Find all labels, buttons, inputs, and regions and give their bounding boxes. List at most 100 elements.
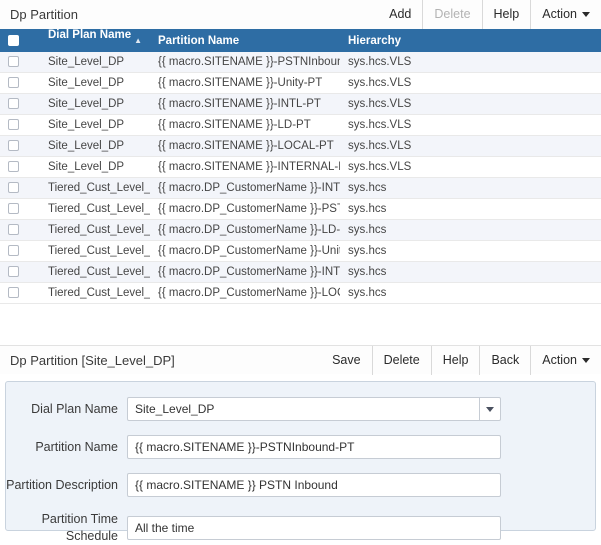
dial-plan-name-select[interactable]: Site_Level_DP [127, 397, 501, 421]
dropdown-arrow-button[interactable] [479, 398, 500, 420]
row-checkbox[interactable] [8, 245, 19, 256]
field-label: Dial Plan Name [6, 401, 118, 418]
row-checkbox-cell [0, 283, 40, 304]
table-row[interactable]: Site_Level_DP{{ macro.SITENAME }}-Unity-… [0, 73, 601, 94]
dp-partition-table: ▲ Dial Plan Name Partition Name Hierarch… [0, 29, 601, 304]
column-header-label: Partition Name [158, 35, 239, 47]
select-all-checkbox[interactable] [8, 35, 19, 46]
row-checkbox-cell [0, 73, 40, 94]
table-row[interactable]: Site_Level_DP{{ macro.SITENAME }}-PSTNIn… [0, 52, 601, 73]
row-checkbox[interactable] [8, 287, 19, 298]
table-row[interactable]: Tiered_Cust_Level_DP{{ macro.DP_Customer… [0, 199, 601, 220]
row-checkbox[interactable] [8, 119, 19, 130]
add-button[interactable]: Add [378, 0, 422, 29]
row-checkbox-cell [0, 157, 40, 178]
row-checkbox[interactable] [8, 203, 19, 214]
row-checkbox-cell [0, 262, 40, 283]
partition-name-input[interactable]: {{ macro.SITENAME }}-PSTNInbound-PT [127, 435, 501, 459]
cell-hierarchy: sys.hcs [340, 220, 601, 241]
action-button[interactable]: Action [530, 0, 601, 29]
list-toolbar: Dp Partition AddDeleteHelpAction [0, 0, 601, 29]
help-button[interactable]: Help [431, 346, 480, 375]
cell-dial-plan-name: Site_Level_DP [40, 52, 150, 73]
cell-dial-plan-name: Site_Level_DP [40, 115, 150, 136]
form-row: Partition Description{{ macro.SITENAME }… [6, 473, 595, 497]
row-checkbox[interactable] [8, 182, 19, 193]
select-all-header-cell [0, 29, 40, 52]
table-header-row: ▲ Dial Plan Name Partition Name Hierarch… [0, 29, 601, 52]
cell-partition-name: {{ macro.DP_CustomerName }}-INTERNAL-PT [150, 178, 340, 199]
action-button[interactable]: Action [530, 346, 601, 375]
cell-dial-plan-name: Site_Level_DP [40, 157, 150, 178]
detail-section-title: Dp Partition [Site_Level_DP] [10, 353, 175, 368]
partition-time-schedule-input[interactable]: All the time [127, 516, 501, 540]
table-row[interactable]: Site_Level_DP{{ macro.SITENAME }}-LD-PTs… [0, 115, 601, 136]
column-header-partition-name[interactable]: Partition Name [150, 29, 340, 52]
delete-button[interactable]: Delete [372, 346, 431, 375]
cell-hierarchy: sys.hcs [340, 178, 601, 199]
column-header-label: Dial Plan Name [48, 29, 131, 41]
cell-partition-name: {{ macro.SITENAME }}-LOCAL-PT [150, 136, 340, 157]
field-label: Partition Name [6, 439, 118, 456]
cell-hierarchy: sys.hcs.VLS [340, 136, 601, 157]
row-checkbox-cell [0, 94, 40, 115]
cell-hierarchy: sys.hcs.VLS [340, 94, 601, 115]
cell-partition-name: {{ macro.SITENAME }}-LD-PT [150, 115, 340, 136]
cell-dial-plan-name: Site_Level_DP [40, 94, 150, 115]
cell-partition-name: {{ macro.SITENAME }}-PSTNInbound-PT [150, 52, 340, 73]
cell-partition-name: {{ macro.DP_CustomerName }}-LD-PT [150, 220, 340, 241]
cell-dial-plan-name: Site_Level_DP [40, 136, 150, 157]
cell-dial-plan-name: Tiered_Cust_Level_DP [40, 262, 150, 283]
list-toolbar-buttons: AddDeleteHelpAction [378, 0, 601, 29]
row-checkbox-cell [0, 241, 40, 262]
table-row[interactable]: Tiered_Cust_Level_DP{{ macro.DP_Customer… [0, 283, 601, 304]
row-checkbox[interactable] [8, 77, 19, 88]
save-button[interactable]: Save [321, 346, 372, 375]
row-checkbox[interactable] [8, 224, 19, 235]
cell-dial-plan-name: Tiered_Cust_Level_DP [40, 241, 150, 262]
table-row[interactable]: Tiered_Cust_Level_DP{{ macro.DP_Customer… [0, 220, 601, 241]
cell-dial-plan-name: Tiered_Cust_Level_DP [40, 199, 150, 220]
column-header-dial-plan-name[interactable]: ▲ Dial Plan Name [40, 29, 150, 52]
cell-partition-name: {{ macro.SITENAME }}-Unity-PT [150, 73, 340, 94]
table-row[interactable]: Site_Level_DP{{ macro.SITENAME }}-INTERN… [0, 157, 601, 178]
row-checkbox-cell [0, 136, 40, 157]
row-checkbox[interactable] [8, 98, 19, 109]
table-row[interactable]: Tiered_Cust_Level_DP{{ macro.DP_Customer… [0, 178, 601, 199]
help-button[interactable]: Help [482, 0, 531, 29]
row-checkbox[interactable] [8, 140, 19, 151]
cell-hierarchy: sys.hcs [340, 241, 601, 262]
row-checkbox-cell [0, 178, 40, 199]
table-row[interactable]: Tiered_Cust_Level_DP{{ macro.DP_Customer… [0, 241, 601, 262]
sort-ascending-icon: ▲ [134, 29, 142, 52]
row-checkbox[interactable] [8, 56, 19, 67]
caret-down-icon [486, 407, 494, 412]
cell-partition-name: {{ macro.DP_CustomerName }}-LOCAL-PT [150, 283, 340, 304]
cell-hierarchy: sys.hcs.VLS [340, 73, 601, 94]
cell-hierarchy: sys.hcs [340, 199, 601, 220]
back-button[interactable]: Back [479, 346, 530, 375]
cell-hierarchy: sys.hcs [340, 283, 601, 304]
table-row[interactable]: Tiered_Cust_Level_DP{{ macro.DP_Customer… [0, 262, 601, 283]
caret-down-icon [582, 12, 590, 17]
list-section-title: Dp Partition [10, 7, 78, 22]
field-label: Partition Time Schedule [6, 511, 118, 545]
delete-button[interactable]: Delete [422, 0, 481, 29]
form-row: Partition Time Schedule All the time [6, 511, 595, 545]
row-checkbox-cell [0, 199, 40, 220]
row-checkbox[interactable] [8, 266, 19, 277]
detail-toolbar-buttons: SaveDeleteHelpBackAction [321, 346, 601, 375]
column-header-hierarchy[interactable]: Hierarchy [340, 29, 601, 52]
table-row[interactable]: Site_Level_DP{{ macro.SITENAME }}-INTL-P… [0, 94, 601, 115]
table-row[interactable]: Site_Level_DP{{ macro.SITENAME }}-LOCAL-… [0, 136, 601, 157]
cell-hierarchy: sys.hcs.VLS [340, 157, 601, 178]
cell-dial-plan-name: Tiered_Cust_Level_DP [40, 220, 150, 241]
cell-dial-plan-name: Tiered_Cust_Level_DP [40, 178, 150, 199]
cell-partition-name: {{ macro.DP_CustomerName }}-PSTNInbound-… [150, 199, 340, 220]
row-checkbox[interactable] [8, 161, 19, 172]
cell-partition-name: {{ macro.DP_CustomerName }}-Unity-PT [150, 241, 340, 262]
form-row: Partition Name {{ macro.SITENAME }}-PSTNI… [6, 435, 595, 459]
partition-description-input[interactable]: {{ macro.SITENAME }} PSTN Inbound [127, 473, 501, 497]
cell-hierarchy: sys.hcs.VLS [340, 52, 601, 73]
cell-hierarchy: sys.hcs.VLS [340, 115, 601, 136]
